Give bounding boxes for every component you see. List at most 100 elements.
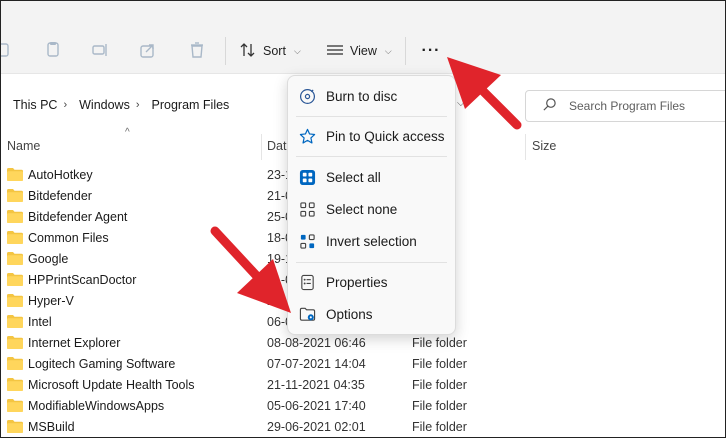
file-type: File folder <box>412 420 467 434</box>
menu-item-select-none[interactable]: Select none <box>288 194 455 224</box>
table-row[interactable]: Microsoft Update Health Tools 21-11-2021… <box>1 375 725 396</box>
invert-selection-icon <box>298 232 316 250</box>
sort-label: Sort <box>263 44 286 58</box>
column-divider[interactable] <box>261 134 262 160</box>
view-icon <box>326 41 344 62</box>
table-row[interactable]: ModifiableWindowsApps 05-06-2021 17:40 F… <box>1 396 725 417</box>
column-divider[interactable] <box>525 134 526 160</box>
view-label: View <box>350 44 377 58</box>
table-row[interactable]: Internet Explorer 08-08-2021 06:46 File … <box>1 333 725 354</box>
file-name: Common Files <box>28 231 109 245</box>
menu-item-label: Pin to Quick access <box>326 128 445 144</box>
folder-icon <box>7 336 23 349</box>
menu-divider <box>296 116 447 117</box>
file-type: File folder <box>412 357 467 371</box>
chevron-down-icon: ⌵ <box>384 45 392 56</box>
toolbar-divider <box>225 37 226 65</box>
menu-item-options[interactable]: Options <box>288 299 455 329</box>
folder-icon <box>7 315 23 328</box>
properties-icon <box>298 273 316 291</box>
breadcrumb-this-pc[interactable]: This PC <box>13 98 57 112</box>
folder-icon <box>7 273 23 286</box>
sort-button[interactable]: Sort ⌵ <box>239 39 301 63</box>
file-name: MSBuild <box>28 420 75 434</box>
menu-item-burn-to-disc[interactable]: Burn to disc <box>288 81 455 111</box>
file-name: AutoHotkey <box>28 168 93 182</box>
search-icon <box>526 97 557 115</box>
folder-icon <box>7 252 23 265</box>
file-name: ModifiableWindowsApps <box>28 399 165 413</box>
folder-icon <box>7 168 23 181</box>
table-row[interactable]: MSBuild 29-06-2021 02:01 File folder <box>1 417 725 437</box>
file-type: File folder <box>412 378 467 392</box>
chevron-down-icon: ⌵ <box>293 45 301 56</box>
file-type: File folder <box>412 399 467 413</box>
breadcrumb-program-files[interactable]: Program Files <box>152 98 230 112</box>
rename-icon[interactable] <box>90 39 110 61</box>
file-date: 21 <box>267 294 281 308</box>
file-name: Intel <box>28 315 52 329</box>
file-name: Microsoft Update Health Tools <box>28 378 195 392</box>
folder-icon <box>7 294 23 307</box>
folder-icon <box>7 210 23 223</box>
menu-item-properties[interactable]: Properties <box>288 267 455 297</box>
more-options-menu: Burn to disc Pin to Quick access Select … <box>287 75 456 335</box>
column-header-name[interactable]: Name <box>7 132 40 160</box>
file-explorer-window: Sort ⌵ View ⌵ ··· This PC › Windows › Pr… <box>0 0 726 438</box>
file-date: 08-08-2021 06:46 <box>267 336 366 350</box>
copy-icon[interactable] <box>43 39 63 61</box>
menu-item-label: Invert selection <box>326 233 417 249</box>
file-name: Logitech Gaming Software <box>28 357 176 371</box>
menu-item-label: Select all <box>326 169 381 185</box>
menu-item-label: Properties <box>326 274 388 290</box>
burn-disc-icon <box>298 87 316 105</box>
file-name: Bitdefender Agent <box>28 210 128 224</box>
search-input[interactable] <box>567 98 721 114</box>
menu-item-invert-selection[interactable]: Invert selection <box>288 226 455 256</box>
menu-divider <box>296 156 447 157</box>
column-header-date[interactable]: Dat <box>267 132 286 160</box>
sort-icon <box>239 41 257 62</box>
select-all-icon <box>298 168 316 186</box>
menu-item-label: Select none <box>326 201 398 217</box>
folder-icon <box>7 399 23 412</box>
chevron-right-icon: › <box>135 99 140 111</box>
options-icon <box>298 305 316 323</box>
toolbar-divider <box>405 37 406 65</box>
breadcrumb-windows[interactable]: Windows <box>79 98 130 112</box>
file-date: 05-06-2021 17:40 <box>267 399 366 413</box>
file-name: Google <box>28 252 69 266</box>
file-date: 07-07-2021 14:04 <box>267 357 366 371</box>
address-dropdown-chevron-icon[interactable]: ⌵ <box>457 98 465 109</box>
folder-icon <box>7 378 23 391</box>
file-name: Internet Explorer <box>28 336 121 350</box>
select-none-icon <box>298 200 316 218</box>
column-header-size[interactable]: Size <box>532 132 556 160</box>
new-icon[interactable] <box>1 39 15 61</box>
menu-item-select-all[interactable]: Select all <box>288 162 455 192</box>
share-icon[interactable] <box>138 39 158 61</box>
menu-item-pin-to-quick-access[interactable]: Pin to Quick access <box>288 121 455 151</box>
folder-icon <box>7 420 23 433</box>
chevron-right-icon: › <box>63 99 68 111</box>
command-bar: Sort ⌵ View ⌵ ··· <box>1 1 725 74</box>
menu-item-label: Burn to disc <box>326 88 398 104</box>
sort-ascending-icon: ^ <box>125 127 130 138</box>
file-name: Hyper-V <box>28 294 74 308</box>
star-icon <box>298 127 316 145</box>
delete-icon[interactable] <box>187 39 207 61</box>
menu-divider <box>296 262 447 263</box>
file-date: 29-06-2021 02:01 <box>267 420 366 434</box>
menu-item-label: Options <box>326 306 373 322</box>
folder-icon <box>7 231 23 244</box>
folder-icon <box>7 357 23 370</box>
folder-icon <box>7 189 23 202</box>
more-options-button[interactable]: ··· <box>417 39 445 63</box>
table-row[interactable]: Logitech Gaming Software 07-07-2021 14:0… <box>1 354 725 375</box>
file-type: File folder <box>412 336 467 350</box>
file-name: Bitdefender <box>28 189 92 203</box>
search-box[interactable] <box>525 90 725 122</box>
view-button[interactable]: View ⌵ <box>326 39 392 63</box>
file-name: HPPrintScanDoctor <box>28 273 137 287</box>
file-date: 21-11-2021 04:35 <box>267 378 365 392</box>
